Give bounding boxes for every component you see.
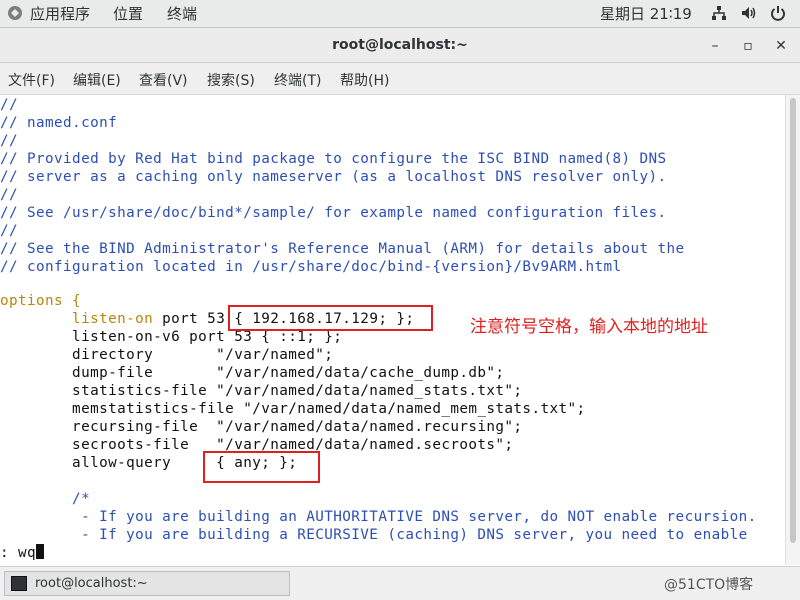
terminal-scrollbar[interactable] bbox=[785, 95, 800, 565]
terminal-line: // server as a caching only nameserver (… bbox=[0, 169, 667, 185]
terminal-app-menu[interactable]: 终端 bbox=[167, 4, 197, 24]
highlight-box-listen-on bbox=[228, 305, 433, 331]
terminal-line: // See /usr/share/doc/bind*/sample/ for … bbox=[0, 205, 667, 221]
command-text: : wq bbox=[0, 545, 37, 561]
window-title: root@localhost:~ bbox=[332, 37, 468, 53]
terminal-line: memstatistics-file "/var/named/data/name… bbox=[0, 401, 586, 417]
menu-view[interactable]: 查看(V) bbox=[139, 70, 188, 90]
apps-icon[interactable] bbox=[6, 4, 24, 27]
top-panel: 应用程序 位置 终端 星期日 21∶19 bbox=[0, 0, 800, 28]
minimize-button[interactable]: – bbox=[706, 37, 724, 55]
window-titlebar[interactable]: root@localhost:~ – ▫ ✕ bbox=[0, 28, 800, 63]
text-cursor bbox=[36, 544, 45, 559]
annotation-note: 注意符号空格，输入本地的地址 bbox=[470, 317, 708, 337]
menu-terminal[interactable]: 终端(T) bbox=[274, 70, 321, 90]
watermark: @51CTO博客 bbox=[664, 577, 754, 593]
menu-search[interactable]: 搜索(S) bbox=[207, 70, 255, 90]
power-icon[interactable] bbox=[769, 4, 787, 27]
terminal-line: // Provided by Red Hat bind package to c… bbox=[0, 151, 667, 167]
terminal-line: // bbox=[0, 97, 19, 113]
menu-edit[interactable]: 编辑(E) bbox=[73, 70, 121, 90]
network-icon[interactable] bbox=[710, 4, 728, 27]
terminal-line: // bbox=[0, 133, 19, 149]
terminal-line: // See the BIND Administrator's Referenc… bbox=[0, 241, 685, 257]
terminal-line: // configuration located in /usr/share/d… bbox=[0, 259, 622, 275]
applications-menu[interactable]: 应用程序 bbox=[30, 4, 90, 24]
terminal-line: directory "/var/named"; bbox=[0, 347, 334, 363]
terminal-line: // bbox=[0, 223, 19, 239]
terminal-line: dump-file "/var/named/data/cache_dump.db… bbox=[0, 365, 505, 381]
highlight-box-allow-query bbox=[203, 451, 320, 483]
places-menu[interactable]: 位置 bbox=[113, 4, 143, 24]
menu-file[interactable]: 文件(F) bbox=[8, 70, 55, 90]
terminal-icon bbox=[11, 576, 27, 591]
terminal-line: // bbox=[0, 187, 19, 203]
options-line: options { bbox=[0, 293, 82, 309]
terminal-line: - If you are building a RECURSIVE (cachi… bbox=[0, 527, 748, 543]
terminal-line: - If you are building an AUTHORITATIVE D… bbox=[0, 509, 757, 525]
terminal-line: /* bbox=[0, 491, 91, 507]
menu-help[interactable]: 帮助(H) bbox=[340, 70, 389, 90]
maximize-button[interactable]: ▫ bbox=[739, 37, 757, 55]
terminal-line: recursing-file "/var/named/data/named.re… bbox=[0, 419, 523, 435]
vim-command-line[interactable]: : wq bbox=[0, 544, 45, 562]
listen-on-keyword: listen-on bbox=[0, 311, 154, 327]
taskbar-window-button[interactable]: root@localhost:~ bbox=[4, 571, 290, 596]
clock[interactable]: 星期日 21∶19 bbox=[600, 4, 692, 24]
volume-icon[interactable] bbox=[740, 4, 758, 27]
terminal-line: // named.conf bbox=[0, 115, 118, 131]
taskbar-window-label: root@localhost:~ bbox=[35, 576, 148, 591]
terminal-line: statistics-file "/var/named/data/named_s… bbox=[0, 383, 523, 399]
menu-bar: 文件(F) 编辑(E) 查看(V) 搜索(S) 终端(T) 帮助(H) bbox=[0, 63, 800, 95]
close-button[interactable]: ✕ bbox=[772, 37, 790, 55]
scrollbar-thumb[interactable] bbox=[790, 98, 796, 543]
